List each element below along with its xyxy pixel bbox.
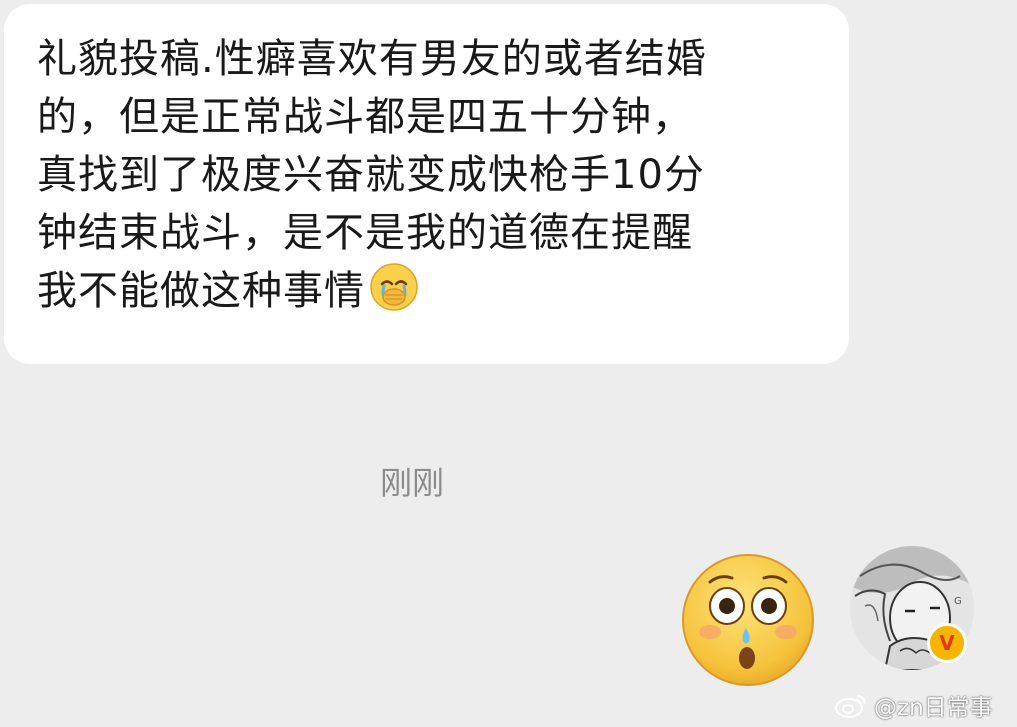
- message-line: 的，但是正常战斗都是四五十分钟，: [37, 94, 693, 140]
- watermark: @zn日常事: [834, 690, 993, 721]
- avatar[interactable]: G V: [850, 546, 974, 670]
- verified-badge-icon: V: [927, 623, 967, 663]
- weibo-logo-icon: [835, 695, 866, 718]
- timestamp: 刚刚: [380, 464, 445, 502]
- message-line: 钟结束战斗，是不是我的道德在提醒: [37, 210, 693, 256]
- message-line: 礼貌投稿.性癖喜欢有男友的或者结婚: [37, 36, 707, 82]
- message-line-last: 我不能做这种事情: [37, 262, 819, 328]
- cover-mouth-crying-emoji-icon: [369, 262, 419, 328]
- badge-label: V: [939, 631, 955, 655]
- message-bubble[interactable]: 礼貌投稿.性癖喜欢有男友的或者结婚 的，但是正常战斗都是四五十分钟， 真找到了极…: [4, 4, 849, 364]
- message-text: 我不能做这种事情: [37, 268, 365, 314]
- watermark-text: @zn日常事: [874, 695, 993, 721]
- shocked-face-sticker-icon[interactable]: [680, 552, 816, 688]
- svg-text:G: G: [954, 596, 962, 607]
- message-line: 真找到了极度兴奋就变成快枪手10分: [37, 152, 705, 198]
